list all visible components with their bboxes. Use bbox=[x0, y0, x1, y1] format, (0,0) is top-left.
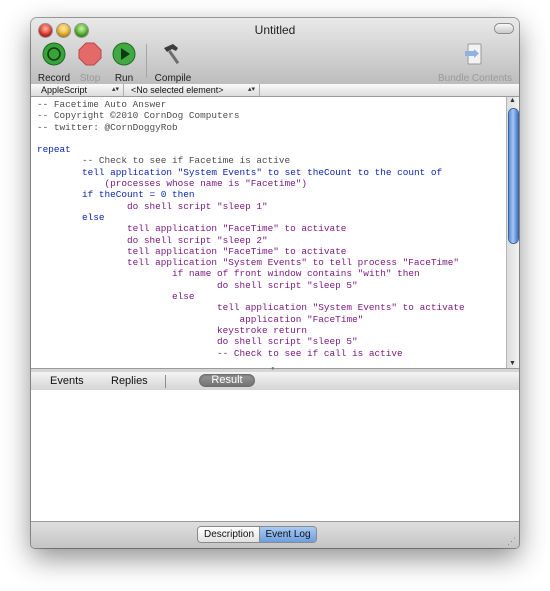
script-line: -- Check to see if Facetime is active bbox=[37, 155, 465, 166]
event-log-button[interactable]: Event Log bbox=[260, 527, 316, 542]
language-popup[interactable]: AppleScript ▴▾ bbox=[31, 84, 124, 96]
scroll-down-icon[interactable]: ▼ bbox=[509, 360, 516, 367]
run-button[interactable]: Run bbox=[110, 42, 138, 84]
compile-button[interactable]: Compile bbox=[153, 42, 193, 84]
bundle-label: Bundle Contents bbox=[438, 73, 512, 84]
scroll-thumb[interactable] bbox=[509, 109, 518, 243]
script-token: repeat bbox=[37, 144, 71, 156]
script-line: tell application "FaceTime" to activate bbox=[37, 246, 465, 257]
script-line: (processes whose name is "Facetime") bbox=[37, 178, 465, 189]
script-line: -- Facetime Auto Answer bbox=[37, 99, 465, 110]
bundle-icon bbox=[465, 43, 482, 65]
script-line: do shell script "sleep 2" bbox=[37, 235, 465, 246]
element-label: <No selected element> bbox=[131, 85, 224, 95]
script-token: (processes whose name is "Facetime") bbox=[104, 178, 308, 190]
script-line: if theCount = 0 then bbox=[37, 189, 465, 200]
popup-arrow-icon: ▴▾ bbox=[247, 86, 255, 93]
script-line: tell application "System Events" to set … bbox=[37, 167, 465, 178]
popup-arrow-icon: ▴▾ bbox=[111, 86, 119, 93]
record-label: Record bbox=[37, 73, 71, 84]
script-editor[interactable]: -- Facetime Auto Answer -- Copyright ©201… bbox=[31, 97, 506, 368]
script-token: if theCount = 0 then bbox=[82, 189, 195, 201]
tab-replies[interactable]: Replies bbox=[111, 375, 148, 387]
script-token: if name of front window contains "with" … bbox=[172, 268, 420, 280]
script-line bbox=[37, 133, 465, 144]
script-token: -- twitter: @CornDoggyRob bbox=[37, 121, 178, 133]
script-line: application "FaceTime" bbox=[37, 314, 465, 325]
record-icon bbox=[42, 42, 66, 66]
toolbar-toggle-button[interactable] bbox=[495, 24, 513, 33]
stop-icon bbox=[78, 42, 102, 66]
run-label: Run bbox=[114, 73, 134, 84]
compile-label: Compile bbox=[154, 73, 192, 84]
script-line: else bbox=[37, 212, 465, 223]
titlebar: Untitled Record Stop Run Compile Bundle … bbox=[31, 18, 519, 85]
language-label: AppleScript bbox=[41, 85, 88, 95]
script-line: -- Check to see if call is active bbox=[37, 348, 465, 359]
resize-grip-icon[interactable]: ⋰ bbox=[507, 536, 516, 547]
script-line: do shell script "sleep 1" bbox=[37, 201, 465, 212]
script-line: tell application "System Events" to acti… bbox=[37, 302, 465, 313]
script-line: do shell script "sleep 5" bbox=[37, 336, 465, 347]
hammer-icon bbox=[164, 44, 180, 65]
stop-label: Stop bbox=[79, 73, 101, 84]
script-token: do shell script "sleep 1" bbox=[127, 200, 268, 212]
script-line: if name of front window contains "with" … bbox=[37, 268, 465, 279]
tab-result[interactable]: Result bbox=[199, 374, 255, 387]
toolbar-separator bbox=[146, 44, 147, 78]
script-token: application "FaceTime" bbox=[239, 313, 364, 325]
run-icon bbox=[112, 42, 136, 66]
result-tabs: Events Replies Result bbox=[31, 372, 519, 391]
stop-button[interactable]: Stop bbox=[75, 42, 105, 84]
script-line: -- Copyright ©2010 CornDog Computers bbox=[37, 110, 465, 121]
script-line: do shell script "sleep 5" bbox=[37, 280, 465, 291]
script-token: tell application "System Events" to acti… bbox=[217, 302, 465, 314]
script-token: tell application "System Events" to tell… bbox=[127, 257, 459, 269]
tab-separator bbox=[165, 375, 166, 388]
script-token: -- Check to see if call is active bbox=[217, 347, 403, 359]
script-token: keystroke return bbox=[217, 324, 308, 336]
script-line: keystroke return bbox=[37, 325, 465, 336]
scroll-up-icon[interactable]: ▲ bbox=[509, 97, 516, 104]
script-token: else bbox=[172, 291, 195, 303]
record-button[interactable]: Record bbox=[37, 42, 71, 84]
element-popup[interactable]: <No selected element> ▴▾ bbox=[123, 84, 260, 96]
script-line: tell application "System Events" to tell… bbox=[37, 257, 465, 268]
script-token: -- Copyright ©2010 CornDog Computers bbox=[37, 110, 240, 122]
script-token: do shell script "sleep 2" bbox=[127, 234, 268, 246]
script-token: do shell script "sleep 5" bbox=[217, 336, 358, 348]
script-token: to set theCount to the count of bbox=[267, 166, 443, 178]
script-text[interactable]: -- Facetime Auto Answer -- Copyright ©201… bbox=[37, 99, 465, 359]
script-token: tell application "FaceTime" to activate bbox=[127, 223, 347, 235]
navigation-bar: AppleScript ▴▾ <No selected element> ▴▾ bbox=[31, 84, 519, 97]
script-token: tell application "FaceTime" to activate bbox=[127, 245, 347, 257]
script-line: tell application "FaceTime" to activate bbox=[37, 223, 465, 234]
script-editor-window: Untitled Record Stop Run Compile Bundle … bbox=[31, 18, 519, 548]
script-token: -- Facetime Auto Answer bbox=[37, 99, 167, 110]
description-button[interactable]: Description bbox=[198, 527, 260, 542]
script-token: -- Check to see if Facetime is active bbox=[82, 155, 291, 167]
bottom-bar: Description Event Log ⋰ bbox=[31, 521, 519, 548]
tab-events[interactable]: Events bbox=[50, 375, 84, 387]
script-token: do shell script "sleep 5" bbox=[217, 279, 358, 291]
script-line: -- twitter: @CornDoggyRob bbox=[37, 122, 465, 133]
window-title: Untitled bbox=[254, 23, 296, 37]
script-token: tell bbox=[82, 166, 105, 178]
script-token: application "System Events" bbox=[104, 166, 268, 178]
script-token: else bbox=[82, 211, 105, 223]
result-output-area[interactable] bbox=[31, 390, 519, 521]
vertical-scrollbar[interactable]: ▲ ▼ bbox=[506, 97, 519, 368]
bundle-contents-button[interactable]: Bundle Contents bbox=[437, 42, 513, 84]
script-line: repeat bbox=[37, 144, 465, 155]
script-line: else bbox=[37, 291, 465, 302]
